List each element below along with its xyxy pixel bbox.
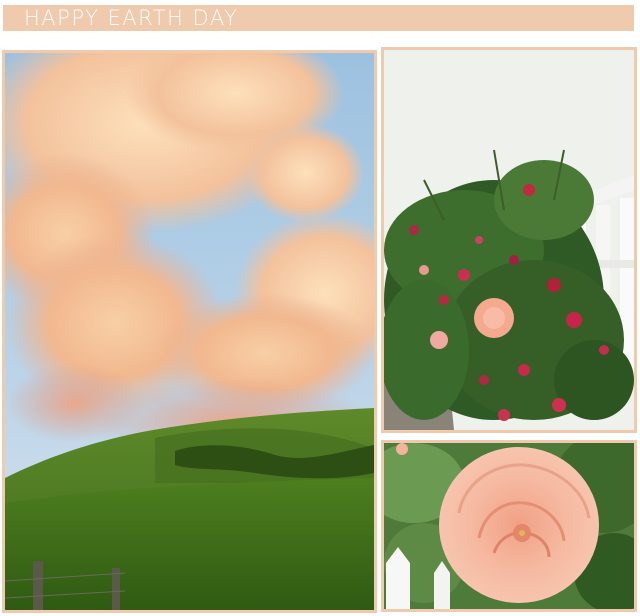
page-title: HAPPY EARTH DAY — [24, 6, 239, 30]
rose-bush-fence-photo — [384, 50, 634, 430]
peach-rose-closeup-photo — [384, 443, 634, 609]
photo-frame-rose — [381, 440, 637, 612]
photo-frame-roses — [381, 47, 637, 433]
title-banner: HAPPY EARTH DAY — [3, 5, 634, 31]
photo-frame-hills — [2, 50, 377, 613]
sunset-hills-photo — [5, 53, 374, 610]
